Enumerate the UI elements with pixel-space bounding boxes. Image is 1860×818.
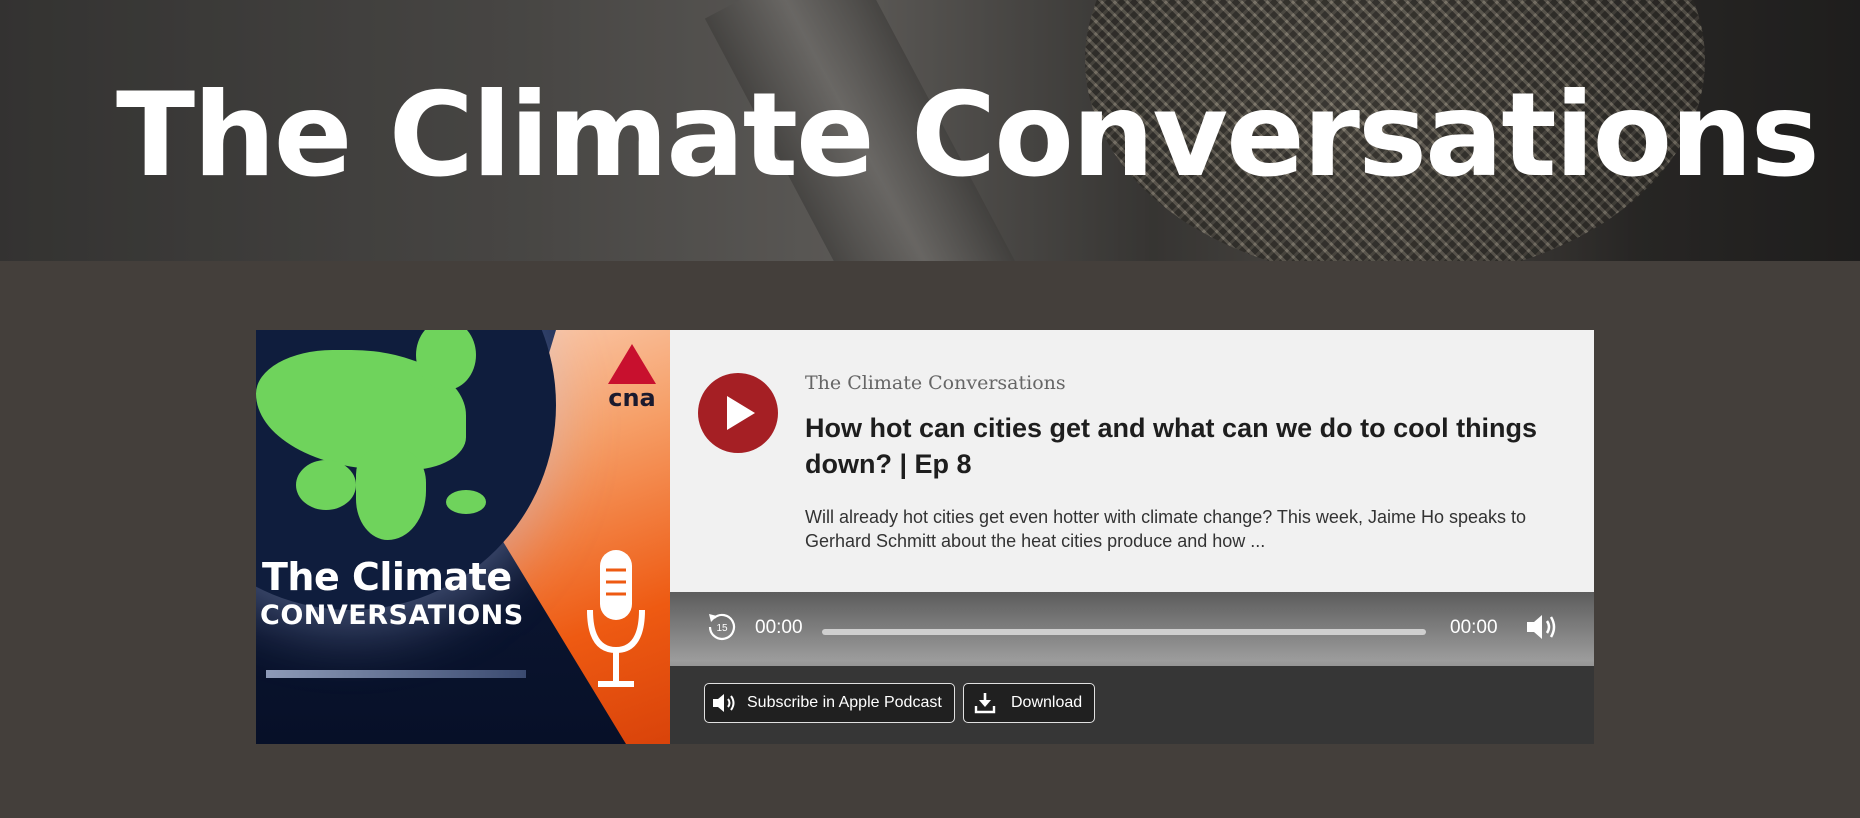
microphone-icon	[587, 550, 645, 687]
duration-time: 00:00	[1450, 617, 1498, 638]
podcast-player: cna The Climate CONVERSATIONS The Climat…	[256, 330, 1594, 744]
episode-description: Will already hot cities get even hotter …	[805, 507, 1527, 551]
cna-logo: cna	[604, 344, 660, 414]
progress-bar[interactable]	[822, 629, 1426, 635]
episode-info: The Climate Conversations How hot can ci…	[670, 330, 1594, 592]
artwork-title-line2: CONVERSATIONS	[260, 600, 524, 631]
download-label: Download	[1011, 694, 1083, 711]
hero-banner: The Climate Conversations	[0, 0, 1860, 261]
subscribe-label: Subscribe in Apple Podcast	[747, 694, 942, 711]
play-button[interactable]	[698, 373, 778, 453]
download-icon	[974, 693, 996, 714]
speaker-icon	[713, 694, 735, 712]
show-name: The Climate Conversations	[805, 372, 1066, 394]
current-time: 00:00	[755, 617, 803, 638]
episode-title: How hot can cities get and what can we d…	[805, 413, 1538, 479]
subscribe-apple-podcast-button[interactable]: Subscribe in Apple Podcast	[704, 683, 955, 723]
player-controls: 15 00:00 00:00 Subscribe in Apple Podcas…	[670, 592, 1594, 744]
artwork-title-line1: The Climate	[262, 555, 512, 599]
svg-text:15: 15	[716, 623, 728, 634]
play-icon	[727, 396, 755, 430]
download-button[interactable]: Download	[963, 683, 1095, 723]
rewind-15-icon[interactable]: 15	[705, 610, 739, 644]
podcast-artwork: cna The Climate CONVERSATIONS	[256, 330, 670, 744]
artwork-underline	[266, 670, 526, 678]
page-title: The Climate Conversations	[116, 68, 1820, 203]
episode-panel: The Climate Conversations How hot can ci…	[670, 330, 1594, 744]
volume-icon[interactable]	[1525, 610, 1561, 644]
